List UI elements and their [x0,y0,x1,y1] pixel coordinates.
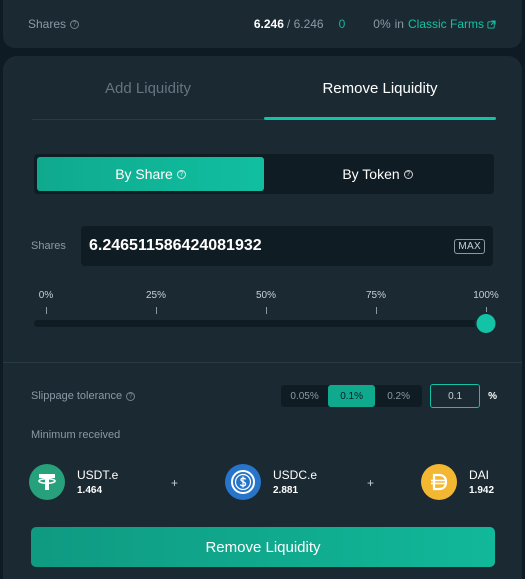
help-icon[interactable]: ? [70,19,80,29]
shares-input[interactable] [89,237,455,255]
farm-count: 0 [338,17,346,31]
help-icon[interactable]: ? [176,169,186,179]
help-icon[interactable]: ? [126,391,136,401]
remove-liquidity-card: Add Liquidity Remove Liquidity By Share … [3,56,522,579]
token-amount: 1.942 [469,485,495,496]
slider-tick-mark [46,307,47,314]
token-info: USDT.e 1.464 [77,468,118,496]
shares-total: / 6.246 [286,17,324,31]
token-item: DAI 1.942 [421,464,494,500]
external-link-icon [487,19,496,29]
shares-input-row: Shares MAX [31,226,493,266]
slider-tick-mark [486,307,487,314]
token-symbol: USDC.e [273,468,318,482]
slider-tick-label[interactable]: 75% [366,290,386,301]
slippage-options: 0.05% 0.1% 0.2% [281,385,423,407]
token-item: USDC.e 2.881 [225,464,317,500]
shares-summary-card: Shares ? 6.246 / 6.246 0 0% in Classic F… [3,0,522,48]
tab-remove-liquidity[interactable]: Remove Liquidity [264,56,496,120]
token-info: DAI 1.942 [469,468,494,496]
minimum-received-label: Minimum received [31,429,121,441]
token-item: USDT.e 1.464 [29,464,118,500]
usdc-icon [225,464,261,500]
shares-input-label: Shares [31,240,66,252]
slippage-option[interactable]: 0.2% [375,385,422,407]
tab-add-liquidity[interactable]: Add Liquidity [32,56,264,120]
by-share-button[interactable]: By Share ? [37,157,264,191]
token-amount: 2.881 [273,485,299,496]
section-divider [3,362,522,363]
in-text: in [394,17,404,31]
remove-mode-toggle: By Share ? By Token ? [34,154,494,194]
shares-summary-values: 6.246 / 6.246 0 0% in Classic Farms [254,17,496,31]
token-amount: 1.464 [77,485,103,496]
plus-sign: + [171,476,179,490]
liquidity-tabs: Add Liquidity Remove Liquidity [32,56,496,120]
by-token-label: By Token [342,166,400,182]
token-symbol: USDT.e [77,468,119,482]
shares-summary-label: Shares [28,17,67,31]
token-symbol: DAI [469,468,490,482]
slider-tick-label[interactable]: 50% [256,290,276,301]
slider-tick-label[interactable]: 100% [473,290,499,301]
remove-liquidity-button[interactable]: Remove Liquidity [31,527,495,567]
farm-percent: 0% [373,17,391,31]
slider-tick-label[interactable]: 0% [39,290,53,301]
shares-input-box: MAX [81,226,493,266]
help-icon[interactable]: ? [403,169,413,179]
active-tab-indicator [264,117,496,120]
slider-thumb[interactable] [476,314,496,333]
slippage-unit: % [488,390,497,402]
classic-farms-label: Classic Farms [407,17,484,31]
classic-farms-link[interactable]: Classic Farms [408,17,496,31]
slippage-label: Slippage tolerance [31,390,123,402]
slippage-row: Slippage tolerance ? 0.05% 0.1% 0.2% 0.1… [31,384,497,408]
slider-tick-label[interactable]: 25% [146,290,166,301]
slider-tick-mark [156,307,157,314]
by-token-button[interactable]: By Token ? [264,157,491,191]
max-button[interactable]: MAX [454,238,485,254]
shares-summary-label-group: Shares ? [28,17,80,31]
slider-track[interactable] [34,320,486,327]
shares-amount: 6.246 [253,17,284,31]
usdt-icon [29,464,65,500]
slider-tick-mark [266,307,267,314]
slippage-option[interactable]: 0.1% [328,385,376,407]
slippage-custom-input[interactable]: 0.1 [430,384,481,408]
share-percent-slider: 0% 25% 50% 75% 100% [31,284,499,334]
token-info: USDC.e 2.881 [273,468,317,496]
minimum-received-tokens: USDT.e 1.464 + USDC.e 2.881 + DAI 1.942 [29,464,497,504]
slippage-label-group: Slippage tolerance ? [31,390,136,402]
dai-icon [421,464,457,500]
plus-sign: + [367,476,375,490]
slippage-option[interactable]: 0.05% [281,385,328,407]
slider-tick-mark [376,307,377,314]
by-share-label: By Share [115,166,173,182]
tabs-divider [32,119,264,120]
